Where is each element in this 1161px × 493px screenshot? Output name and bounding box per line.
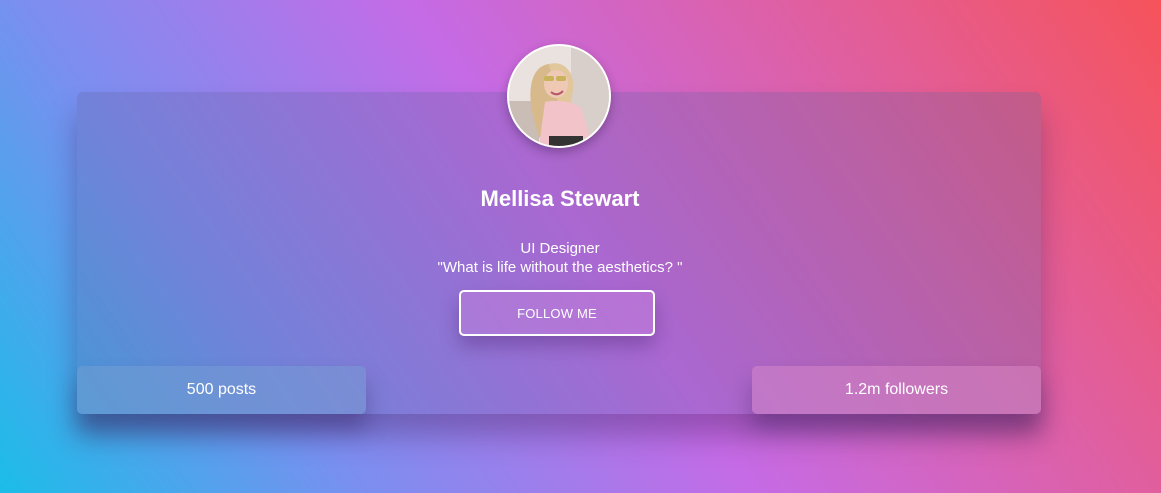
followers-stat[interactable]: 1.2m followers [752,366,1041,414]
avatar-photo [509,46,609,146]
posts-stat[interactable]: 500 posts [77,366,366,414]
follow-button[interactable]: FOLLOW ME [459,290,655,336]
profile-role: UI Designer [520,240,600,257]
profile-name: Mellisa Stewart [480,186,640,211]
followers-count: 1.2m followers [844,381,949,398]
posts-count: 500 posts [186,381,257,398]
profile-quote: "What is life without the aesthetics? " [437,259,683,276]
avatar [507,44,611,148]
